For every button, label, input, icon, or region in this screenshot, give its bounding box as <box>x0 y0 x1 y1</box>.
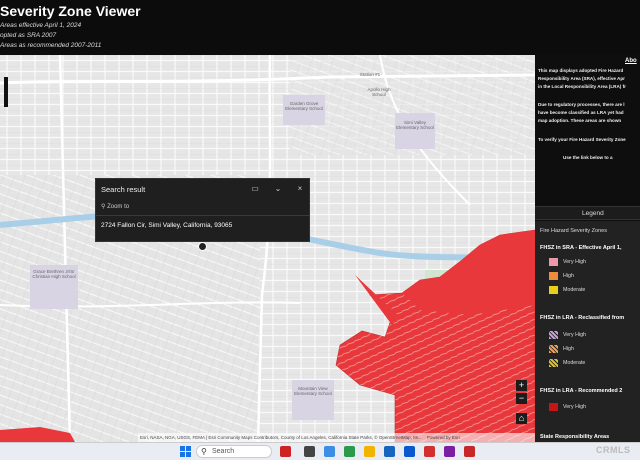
legend-swatch <box>549 286 558 294</box>
taskbar-app-icon[interactable] <box>324 446 335 457</box>
legend-item-label: Very High <box>563 259 586 265</box>
regulatory-text-2: have become classified as LRA yet had <box>538 110 624 115</box>
legend-swatch <box>549 403 558 411</box>
legend-swatch <box>549 331 558 339</box>
search-icon: ⚲ <box>201 447 207 456</box>
map-label-school-3: Simi Valley Elementary School <box>396 120 434 130</box>
header-subtitle-2: opted as SRA 2007 <box>0 32 57 39</box>
map-label-school-1: Garden Grove Elementary School <box>285 101 323 111</box>
taskbar-app-icon[interactable] <box>424 446 435 457</box>
windows-start-icon[interactable] <box>180 446 191 457</box>
taskbar-search-placeholder: Search <box>212 448 235 455</box>
zoom-in-button[interactable]: + <box>516 380 527 391</box>
popup-divider <box>96 215 309 216</box>
map-label-school-2: Apollo High School <box>367 87 391 97</box>
map-basemap <box>0 55 535 442</box>
legend-swatch <box>549 272 558 280</box>
zoom-to-label: Zoom to <box>107 204 130 210</box>
close-icon[interactable]: × <box>294 183 306 195</box>
taskbar-app-icon[interactable] <box>344 446 355 457</box>
taskbar-search-input[interactable]: ⚲ Search <box>196 445 272 458</box>
attribution-text: Esri, NASA, NGA, USGS, FEMA | Esri Commu… <box>140 435 422 440</box>
regulatory-text-3: map adoption. These areas are shown <box>538 118 622 123</box>
tab-legend[interactable]: Legend <box>582 210 604 217</box>
popup-title: Search result <box>101 185 146 194</box>
taskbar-app-icon[interactable] <box>280 446 291 457</box>
regulatory-text-1: Due to regulatory processes, there are l <box>538 102 625 107</box>
about-heading: Abo <box>625 58 637 64</box>
use-link-text: Use the link below to a <box>563 155 613 160</box>
home-button[interactable]: ⌂ <box>516 413 527 424</box>
about-text-2: Responsibility Area (SRA), effective Apr <box>538 76 625 81</box>
legend-item-label: Very High <box>563 404 586 410</box>
search-result-popup: Search result ▭ ⌄ × ⚲ Zoom to 2724 Fallo… <box>95 178 310 242</box>
legend-section-sra-areas: State Responsibility Areas <box>540 434 610 440</box>
outlook-icon[interactable] <box>404 446 415 457</box>
map-view[interactable]: Station #1 Garden Grove Elementary Schoo… <box>0 55 535 442</box>
taskbar-app-icon[interactable] <box>304 446 315 457</box>
app-title: Severity Zone Viewer <box>0 3 141 19</box>
legend-header: Legend <box>535 206 640 220</box>
taskbar-app-icon[interactable] <box>384 446 395 457</box>
header-subtitle-3: Areas as recommended 2007-2011 <box>0 42 102 49</box>
home-icon: ⌂ <box>518 413 525 423</box>
taskbar-app-icon[interactable] <box>464 446 475 457</box>
legend-item-label: High <box>563 273 574 279</box>
zoom-to-button[interactable]: ⚲ Zoom to <box>101 203 129 210</box>
map-label-station: Station #1 <box>359 72 381 77</box>
legend-heading: Fire Hazard Severity Zones <box>540 228 607 234</box>
app-header: Severity Zone Viewer Areas effective Apr… <box>0 0 640 55</box>
legend-item-label: High <box>563 346 574 352</box>
legend-item-label: Moderate <box>563 287 586 293</box>
zoom-out-button[interactable]: − <box>516 393 527 404</box>
dock-icon[interactable]: ▭ <box>249 183 261 195</box>
result-address: 2724 Fallon Cir, Simi Valley, California… <box>101 222 233 229</box>
legend-swatch <box>549 345 558 353</box>
magnifier-icon: ⚲ <box>101 204 106 210</box>
watermark: CRMLS <box>596 445 631 455</box>
legend-item-label: Very High <box>563 332 586 338</box>
header-subtitle-1: Areas effective April 1, 2024 <box>0 22 82 29</box>
legend-item-label: Moderate <box>563 360 586 366</box>
legend-panel: Fire Hazard Severity Zones FHSZ in SRA -… <box>535 221 640 442</box>
powered-by-link[interactable]: Powered by Esri <box>427 435 460 440</box>
legend-swatch <box>549 359 558 367</box>
verify-text: To verify your Fire Hazard Severity Zone <box>538 137 626 142</box>
legend-section-lra-reclassified: FHSZ in LRA - Reclassified from <box>540 315 625 321</box>
about-text-1: This map displays adopted Fire Hazard <box>538 68 624 73</box>
legend-section-lra-recommended: FHSZ in LRA - Recommended 2 <box>540 388 623 394</box>
info-panel: Abo This map displays adopted Fire Hazar… <box>535 55 640 442</box>
app-window: Severity Zone Viewer Areas effective Apr… <box>0 0 640 460</box>
about-text-3: in the Local Responsibility Area (LRA) f… <box>538 84 626 89</box>
folder-icon[interactable] <box>364 446 375 457</box>
map-attribution: Esri, NASA, NGA, USGS, FEMA | Esri Commu… <box>138 433 535 442</box>
legend-swatch <box>549 258 558 266</box>
map-label-school-5: Mountain View Elementary School <box>294 386 332 396</box>
map-label-school-4: Grace Brethren Jr/Sr Christian High Scho… <box>32 269 76 279</box>
location-marker-icon <box>198 242 207 251</box>
taskbar-app-icon[interactable] <box>444 446 455 457</box>
os-taskbar: ⚲ Search CRMLS <box>0 442 640 460</box>
collapse-icon[interactable]: ⌄ <box>272 183 284 195</box>
legend-section-sra: FHSZ in SRA - Effective April 1, <box>540 245 622 251</box>
